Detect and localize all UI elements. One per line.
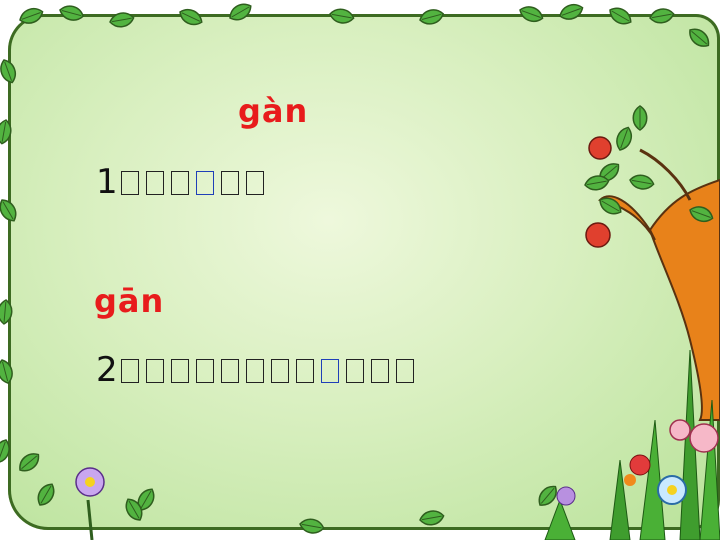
glyph-box [345, 359, 364, 383]
glyph-box [145, 359, 164, 383]
glyph-box [220, 359, 239, 383]
pinyin-gan-1: gān [94, 282, 165, 320]
sentence-1-glyphs [118, 162, 268, 202]
sentence-1-number: 1 [96, 162, 118, 202]
glyph-box [270, 359, 289, 383]
sentence-2-number: 2 [96, 350, 118, 390]
glyph-box [120, 359, 139, 383]
glyph-box [245, 359, 264, 383]
glyph-box [395, 359, 414, 383]
glyph-box [245, 171, 264, 195]
apple-tree-icon [583, 105, 720, 421]
pinyin-gan-4: gàn [238, 92, 309, 130]
glyph-box [295, 359, 314, 383]
glyph-box [145, 171, 164, 195]
glyph-box [220, 171, 239, 195]
sentence-2-glyphs [118, 350, 418, 390]
glyph-box [120, 171, 139, 195]
glyph-box [195, 359, 214, 383]
glyph-box [370, 359, 389, 383]
leaf-border [0, 0, 720, 540]
highlighted-glyph-box [320, 359, 339, 383]
highlighted-glyph-box [195, 171, 214, 195]
glyph-box [170, 359, 189, 383]
sentence-1: 1 [96, 162, 268, 202]
glyph-box [170, 171, 189, 195]
slide: gàn 1 gān 2 [0, 0, 720, 540]
sentence-2: 2 [96, 350, 418, 390]
